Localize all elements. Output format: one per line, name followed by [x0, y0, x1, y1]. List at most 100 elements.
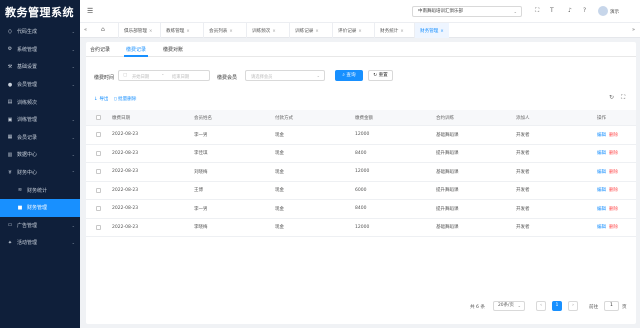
- delete-button[interactable]: 删除: [609, 150, 618, 156]
- table-row[interactable]: 2022-08-23 李一男 现金 12000 基础舞蹈课 开发者 编辑 删除: [86, 126, 636, 145]
- bell-icon[interactable]: ♪: [568, 7, 572, 14]
- row-checkbox[interactable]: [96, 132, 101, 138]
- sidebar-item-records[interactable]: ▦ 会员记录 ⌄: [0, 129, 80, 147]
- close-icon[interactable]: ×: [315, 28, 318, 33]
- sidebar-item-activities[interactable]: ✦ 活动管理 ⌄: [0, 234, 80, 252]
- sidebar-item-training[interactable]: ▣ 训练管理 ⌄: [0, 111, 80, 129]
- date-range-picker[interactable]: ▢ 开始日期 - 结束日期: [118, 70, 210, 81]
- search-button-label: 查询: [346, 73, 356, 78]
- table-row[interactable]: 2022-08-23 刘晓梅 现金 12000 基础舞蹈课 开发者 编辑 删除: [86, 163, 636, 182]
- next-page-button[interactable]: ›: [568, 301, 578, 311]
- trash-icon: ▯: [114, 97, 117, 102]
- help-icon[interactable]: ?: [583, 7, 586, 14]
- sidebar-item-frequency[interactable]: ▤ 训练频次: [0, 93, 80, 111]
- avatar[interactable]: [598, 6, 608, 16]
- column-header: 合约训练: [436, 115, 454, 121]
- row-checkbox[interactable]: [96, 187, 101, 193]
- edit-button[interactable]: 编辑: [597, 224, 606, 230]
- tab-frequency[interactable]: 训练频次 ×: [246, 23, 281, 38]
- sidebar-item-label: 训练管理: [17, 117, 38, 124]
- close-icon[interactable]: ×: [149, 28, 152, 33]
- prev-page-button[interactable]: ‹: [536, 301, 546, 311]
- tab-training-records[interactable]: 训练记录 ×: [289, 23, 324, 38]
- sidebar-item-label: 广告管理: [17, 222, 38, 229]
- edit-button[interactable]: 编辑: [597, 187, 606, 193]
- tab-finance-stats[interactable]: 财务统计 ×: [374, 23, 409, 38]
- subtab-payments[interactable]: 缴费记录: [126, 46, 146, 53]
- subtab-contracts[interactable]: 合约记录: [90, 46, 110, 53]
- row-checkbox[interactable]: [96, 169, 101, 175]
- font-size-icon[interactable]: T: [550, 7, 554, 14]
- sidebar-item-data[interactable]: ▥ 数据中心 ⌄: [0, 146, 80, 164]
- tab-finance-manage[interactable]: 财务管理 ×: [414, 23, 449, 38]
- sidebar-item-label: 活动管理: [17, 240, 38, 247]
- tab-member-list[interactable]: 会员列表 ×: [203, 23, 238, 38]
- user-name[interactable]: 演示: [610, 9, 619, 15]
- sidebar-item-members[interactable]: ● 会员管理 ⌄: [0, 76, 80, 94]
- close-icon[interactable]: ×: [358, 28, 361, 33]
- delete-button[interactable]: 删除: [609, 132, 618, 138]
- home-icon[interactable]: ⌂: [101, 26, 105, 33]
- export-button[interactable]: ↓ 导出: [94, 96, 109, 102]
- fullscreen-icon[interactable]: ⛶: [535, 7, 539, 15]
- date-start-input[interactable]: 开始日期: [132, 74, 149, 80]
- calendar-icon: ▢: [123, 73, 128, 78]
- delete-button[interactable]: 删除: [609, 169, 618, 175]
- sidebar-item-label: 训练频次: [17, 99, 38, 106]
- refresh-table-icon[interactable]: ↻: [609, 94, 614, 101]
- cell-amount: 8400: [355, 150, 367, 156]
- delete-button[interactable]: 删除: [609, 187, 618, 193]
- goto-page-input[interactable]: 1: [604, 301, 619, 311]
- batch-delete-button[interactable]: ▯ 批量删除: [114, 96, 136, 102]
- sidebar-item-label: 财务统计: [27, 187, 48, 194]
- fullscreen-table-icon[interactable]: ⛶: [621, 94, 625, 102]
- row-checkbox[interactable]: [96, 150, 101, 156]
- date-separator: -: [162, 73, 164, 78]
- close-icon[interactable]: ×: [229, 28, 232, 33]
- menu-toggle-icon[interactable]: ☰: [87, 7, 93, 15]
- edit-button[interactable]: 编辑: [597, 169, 606, 175]
- close-icon[interactable]: ×: [400, 28, 403, 33]
- date-end-input[interactable]: 结束日期: [172, 74, 189, 80]
- subtab-reconcile[interactable]: 缴费对账: [163, 46, 183, 53]
- member-select[interactable]: 请选择会员 ⌄: [245, 70, 325, 81]
- search-button[interactable]: ⌕ 查询: [335, 70, 363, 81]
- sidebar-item-ads[interactable]: ▭ 广告管理 ⌄: [0, 217, 80, 235]
- edit-button[interactable]: 编辑: [597, 206, 606, 212]
- goto-page-suffix: 页: [622, 305, 627, 310]
- page-size-select[interactable]: 20条/页 ⌄: [493, 301, 525, 311]
- delete-button[interactable]: 删除: [609, 206, 618, 212]
- tab-coach[interactable]: 教练管理 ×: [160, 23, 195, 38]
- sidebar-item-finance[interactable]: ¥ 财务中心 ⌃: [0, 164, 80, 182]
- edit-button[interactable]: 编辑: [597, 132, 606, 138]
- table-row[interactable]: 2022-08-23 王博 现金 6000 提升舞蹈课 开发者 编辑 删除: [86, 182, 636, 200]
- cell-amount: 12000: [355, 169, 370, 175]
- close-icon[interactable]: ×: [186, 28, 189, 33]
- table-row[interactable]: 2022-08-23 李一男 现金 8400 提升舞蹈课 开发者 编辑 删除: [86, 200, 636, 219]
- delete-button[interactable]: 删除: [609, 224, 618, 230]
- row-checkbox[interactable]: [96, 206, 101, 212]
- tab-label: 评价记录: [338, 29, 357, 34]
- close-icon[interactable]: ×: [272, 28, 275, 33]
- sidebar-item-basic[interactable]: ⚒ 基础设置 ⌄: [0, 58, 80, 76]
- select-all-checkbox[interactable]: [96, 115, 101, 120]
- tab-label: 训练记录: [295, 29, 314, 34]
- page-number-button[interactable]: 1: [552, 301, 562, 311]
- org-select[interactable]: 中南舞蹈培训汇俱乐部 ⌄: [412, 6, 522, 17]
- sidebar-item-finance-stats[interactable]: ≋ 财务统计: [0, 181, 80, 199]
- edit-button[interactable]: 编辑: [597, 150, 606, 156]
- sidebar-item-system[interactable]: ⚙ 系统管理 ⌄: [0, 41, 80, 59]
- close-icon[interactable]: ×: [440, 28, 443, 33]
- tabs-scroll-right-icon[interactable]: »: [632, 27, 635, 33]
- tab-club[interactable]: 俱乐部管理 ×: [118, 23, 157, 38]
- sidebar-item-code[interactable]: ⟨⟩ 代码生成 ⌄: [0, 23, 80, 41]
- row-checkbox[interactable]: [96, 224, 101, 230]
- cell-amount: 12000: [355, 132, 370, 138]
- payments-table: 缴费日期 会员姓名 付款方式 缴费金额 合约训练 添加人 操作 2022-08-…: [86, 110, 636, 237]
- table-row[interactable]: 2022-08-23 李晓梅 现金 12000 基础舞蹈课 开发者 编辑 删除: [86, 219, 636, 237]
- sidebar-item-finance-manage[interactable]: ■ 财务管理: [0, 198, 80, 217]
- tab-reviews[interactable]: 评价记录 ×: [332, 23, 367, 38]
- table-row[interactable]: 2022-08-23 李佳琪 现金 8400 提升舞蹈课 开发者 编辑 删除: [86, 145, 636, 163]
- reset-button[interactable]: ↻ 重置: [368, 70, 393, 81]
- tabs-scroll-left-icon[interactable]: «: [84, 27, 87, 33]
